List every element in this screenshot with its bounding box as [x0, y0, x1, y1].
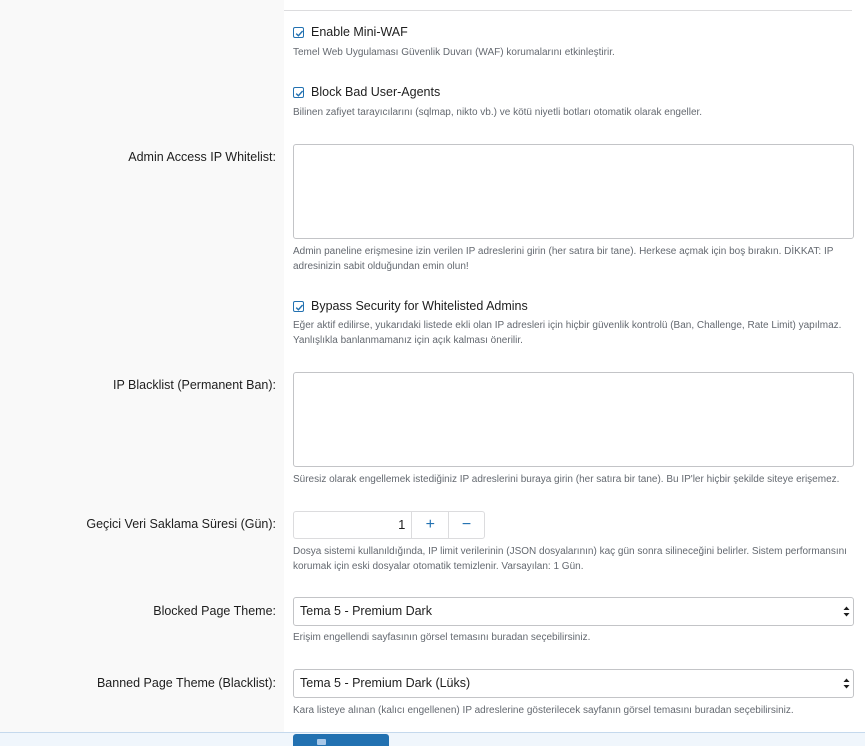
- plus-icon: +: [425, 516, 435, 533]
- save-icon: [317, 739, 326, 745]
- retention-description: Dosya sistemi kullanıldığında, IP limit …: [293, 546, 847, 572]
- enable-waf-label: Enable Mini-WAF: [311, 25, 408, 39]
- retention-value-input[interactable]: 1: [294, 512, 413, 538]
- enable-waf-option[interactable]: Enable Mini-WAF: [293, 25, 408, 39]
- banned-theme-description: Kara listeye alınan (kalıcı engellenen) …: [293, 705, 794, 716]
- enable-waf-description: Temel Web Uygulaması Güvenlik Duvarı (WA…: [293, 47, 615, 58]
- decrement-button[interactable]: −: [448, 512, 484, 538]
- bottom-action-bar: [0, 732, 865, 746]
- bypass-security-option[interactable]: Bypass Security for Whitelisted Admins: [293, 299, 528, 313]
- whitelist-textarea[interactable]: [293, 144, 854, 239]
- blocked-theme-select[interactable]: Tema 5 - Premium Dark: [293, 597, 854, 626]
- block-bad-agents-option[interactable]: Block Bad User-Agents: [293, 85, 440, 99]
- select-arrows-icon: [843, 678, 850, 689]
- enable-waf-checkbox[interactable]: [293, 26, 304, 38]
- check-icon: [295, 304, 304, 311]
- blocked-theme-description: Erişim engellendi sayfasının görsel tema…: [293, 632, 591, 643]
- bypass-security-checkbox[interactable]: [293, 300, 304, 312]
- minus-icon: −: [461, 516, 472, 533]
- blacklist-textarea[interactable]: [293, 372, 854, 467]
- blocked-theme-selected-value: Tema 5 - Premium Dark: [300, 604, 432, 618]
- whitelist-label: Admin Access IP Whitelist:: [128, 150, 276, 164]
- block-bad-agents-description: Bilinen zafiyet tarayıcılarını (sqlmap, …: [293, 107, 703, 118]
- whitelist-description: Admin paneline erişmesine izin verilen I…: [293, 246, 834, 272]
- bypass-security-description: Eğer aktif edilirse, yukarıdaki listede …: [293, 320, 842, 346]
- retention-label: Geçici Veri Saklama Süresi (Gün):: [86, 517, 276, 531]
- banned-theme-select[interactable]: Tema 5 - Premium Dark (Lüks): [293, 669, 854, 698]
- block-bad-agents-label: Block Bad User-Agents: [311, 85, 441, 99]
- blacklist-label: IP Blacklist (Permanent Ban):: [112, 378, 276, 392]
- banned-theme-selected-value: Tema 5 - Premium Dark (Lüks): [300, 676, 471, 690]
- block-bad-agents-checkbox[interactable]: [293, 86, 304, 98]
- increment-button[interactable]: +: [412, 512, 448, 538]
- check-icon: [295, 90, 304, 97]
- save-button[interactable]: [293, 734, 389, 746]
- check-icon: [295, 30, 304, 37]
- section-divider: [284, 10, 852, 11]
- blacklist-description: Süresiz olarak engellemek istediğiniz IP…: [293, 474, 840, 485]
- retention-stepper: 1 + −: [293, 511, 485, 539]
- bypass-security-label: Bypass Security for Whitelisted Admins: [311, 299, 528, 313]
- select-arrows-icon: [843, 606, 850, 617]
- blocked-theme-label: Blocked Page Theme:: [153, 604, 276, 618]
- banned-theme-label: Banned Page Theme (Blacklist):: [96, 676, 276, 690]
